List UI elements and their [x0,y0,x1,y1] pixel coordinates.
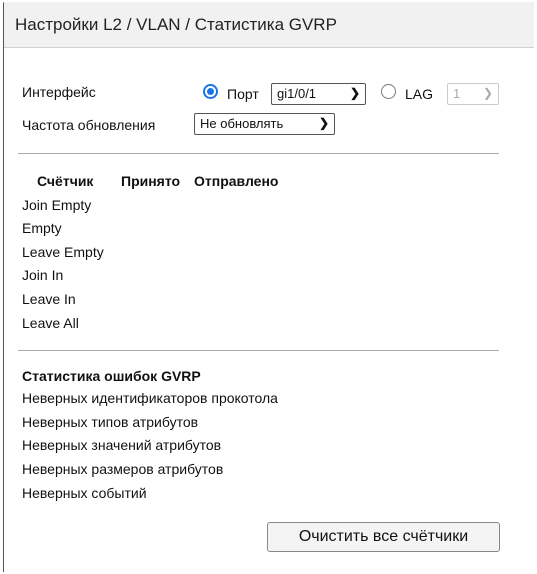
interface-label: Интерфейс [22,84,96,100]
counter-row: Empty [22,220,62,236]
header-sent: Отправлено [194,173,279,189]
port-select[interactable]: gi1/0/1 ❯ [271,83,366,105]
page-title: Настройки L2 / VLAN / Статистика GVRP [15,15,337,34]
title-bar: Настройки L2 / VLAN / Статистика GVRP [4,2,534,48]
refresh-select-value: Не обновлять [200,116,284,131]
counter-row: Join In [22,267,64,283]
refresh-select[interactable]: Не обновлять ❯ [194,113,335,135]
refresh-label: Частота обновления [22,117,156,133]
divider [18,350,499,351]
error-row: Неверных значений атрибутов [22,437,222,453]
error-row: Неверных размеров атрибутов [22,461,224,477]
header-received: Принято [121,173,181,189]
counter-row: Leave Empty [22,244,104,260]
counter-row: Join Empty [22,197,92,213]
lag-select-value: 1 [453,86,461,101]
error-row: Неверных типов атрибутов [22,414,199,430]
error-row: Неверных событий [22,485,147,501]
lag-label: LAG [405,86,434,102]
port-select-value: gi1/0/1 [277,86,317,101]
chevron-down-icon: ❯ [318,116,329,130]
port-label: Порт [227,86,259,102]
error-row: Неверных идентификаторов прокотола [22,390,278,406]
chevron-down-icon: ❯ [482,86,493,100]
port-radio[interactable] [203,84,218,99]
lag-radio[interactable] [381,84,396,99]
chevron-down-icon: ❯ [349,86,360,100]
header-counter: Счётчик [37,173,94,189]
errors-title: Статистика ошибок GVRP [22,368,201,384]
counter-row: Leave In [22,291,76,307]
lag-select[interactable]: 1 ❯ [447,83,499,105]
counter-row: Leave All [22,315,79,331]
divider [18,153,499,154]
clear-all-counters-button[interactable]: Очистить все счётчики [267,522,500,552]
